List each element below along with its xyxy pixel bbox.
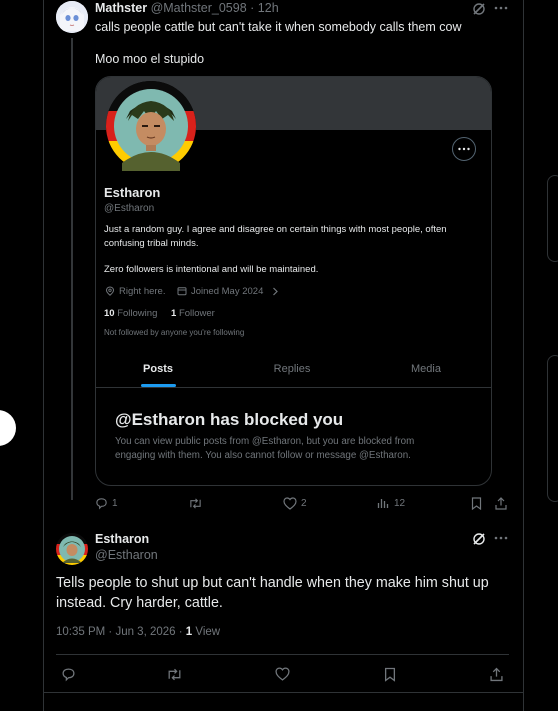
followers-link[interactable]: 1 Follower [171,308,215,319]
repost-button[interactable] [166,667,183,682]
thread-line [71,38,73,500]
tab-replies[interactable]: Replies [262,363,322,375]
post-text-line1: calls people cattle but can't take it wh… [95,20,462,34]
share-icon [490,667,503,682]
chevron-right-icon[interactable] [272,287,279,296]
more-icon[interactable] [494,6,508,10]
more-icon [458,147,470,151]
profile-name: Estharon [104,185,161,200]
blocked-title: @Estharon has blocked you [115,410,344,429]
reply-icon [62,668,75,682]
profile-more-button[interactable] [452,137,476,161]
location-icon [105,286,115,296]
views-icon [377,499,389,508]
avatar-estharon[interactable] [56,533,88,565]
blocked-text-line2: engaging with them. You also cannot foll… [115,450,411,461]
bottom-divider [43,692,523,693]
display-name[interactable]: Mathster [95,1,147,15]
tab-media[interactable]: Media [396,363,456,375]
profile-handle: @Estharon [104,203,155,214]
like-count: 2 [301,498,307,509]
views-label: View [195,626,221,638]
tabs-divider [96,387,491,388]
calendar-icon [177,286,187,296]
reply-handle[interactable]: @Estharon [95,548,158,562]
profile-avatar[interactable] [106,81,196,171]
profile-bio-line3: Zero followers is intentional and will b… [104,264,319,275]
followers-count: 1 [171,308,177,319]
reply-button[interactable]: 1 [95,497,118,510]
reply-text-line1: Tells people to shut up but can't handle… [56,575,489,591]
grok-icon[interactable] [472,532,486,546]
reply-text-line2: instead. Cry harder, cattle. [56,595,223,611]
grok-icon[interactable] [472,2,486,16]
profile-bio-line2: confusing tribal minds. [104,238,199,249]
reply-display-name[interactable]: Estharon [95,532,149,546]
reply-button[interactable] [61,667,76,682]
bookmark-icon [384,667,396,682]
bookmark-button[interactable] [384,667,396,682]
side-panel-edge-top [547,175,558,262]
not-followed-note: Not followed by anyone you're following [104,328,245,337]
views-count: 1 [185,626,193,638]
views-button[interactable]: 12 [377,497,405,509]
following-link[interactable]: 10 Following [104,308,157,319]
repost-icon [190,498,201,509]
followers-label: Follower [178,308,215,319]
reply-icon [96,498,107,510]
avatar-mathster[interactable] [56,1,88,33]
post-timestamp[interactable]: 10:35 PM · Jun 3, 2026 · [56,626,186,638]
profile-joined[interactable]: Joined May 2024 [191,286,263,297]
like-button[interactable] [275,667,290,681]
profile-bio-line1: Just a random guy. I agree and disagree … [104,224,447,235]
blocked-text-line1: You can view public posts from @Estharon… [115,436,415,447]
handle[interactable]: @Mathster_0598 [151,1,247,15]
share-button[interactable] [495,497,507,510]
share-icon [495,497,507,510]
post-time[interactable]: 12h [258,1,279,15]
post-header: Mathster @Mathster_0598 · 12h [95,1,279,15]
profile-location: Right here. [119,286,166,297]
share-button[interactable] [490,667,503,682]
reply-count: 1 [112,498,118,509]
views-count: 12 [394,497,406,509]
side-panel-edge-bottom [547,355,558,502]
bookmark-icon [471,497,482,510]
more-icon[interactable] [494,536,508,540]
like-button[interactable]: 2 [283,497,307,510]
post-meta: 10:35 PM · Jun 3, 2026 · 1 View [56,626,220,638]
post-text-line2: Moo moo el stupido [95,52,205,66]
separator: · [250,1,255,15]
profile-card[interactable]: Estharon @Estharon Just a random guy. I … [95,76,492,486]
scroll-nav-button[interactable] [0,410,16,446]
bookmark-button[interactable] [471,497,482,510]
tab-posts[interactable]: Posts [132,363,184,375]
repost-icon [168,668,181,681]
following-count: 10 [104,308,115,319]
like-icon [283,497,297,510]
meta-divider [56,654,509,655]
like-icon [275,667,290,681]
following-label: Following [117,308,158,319]
repost-button[interactable] [188,497,203,510]
